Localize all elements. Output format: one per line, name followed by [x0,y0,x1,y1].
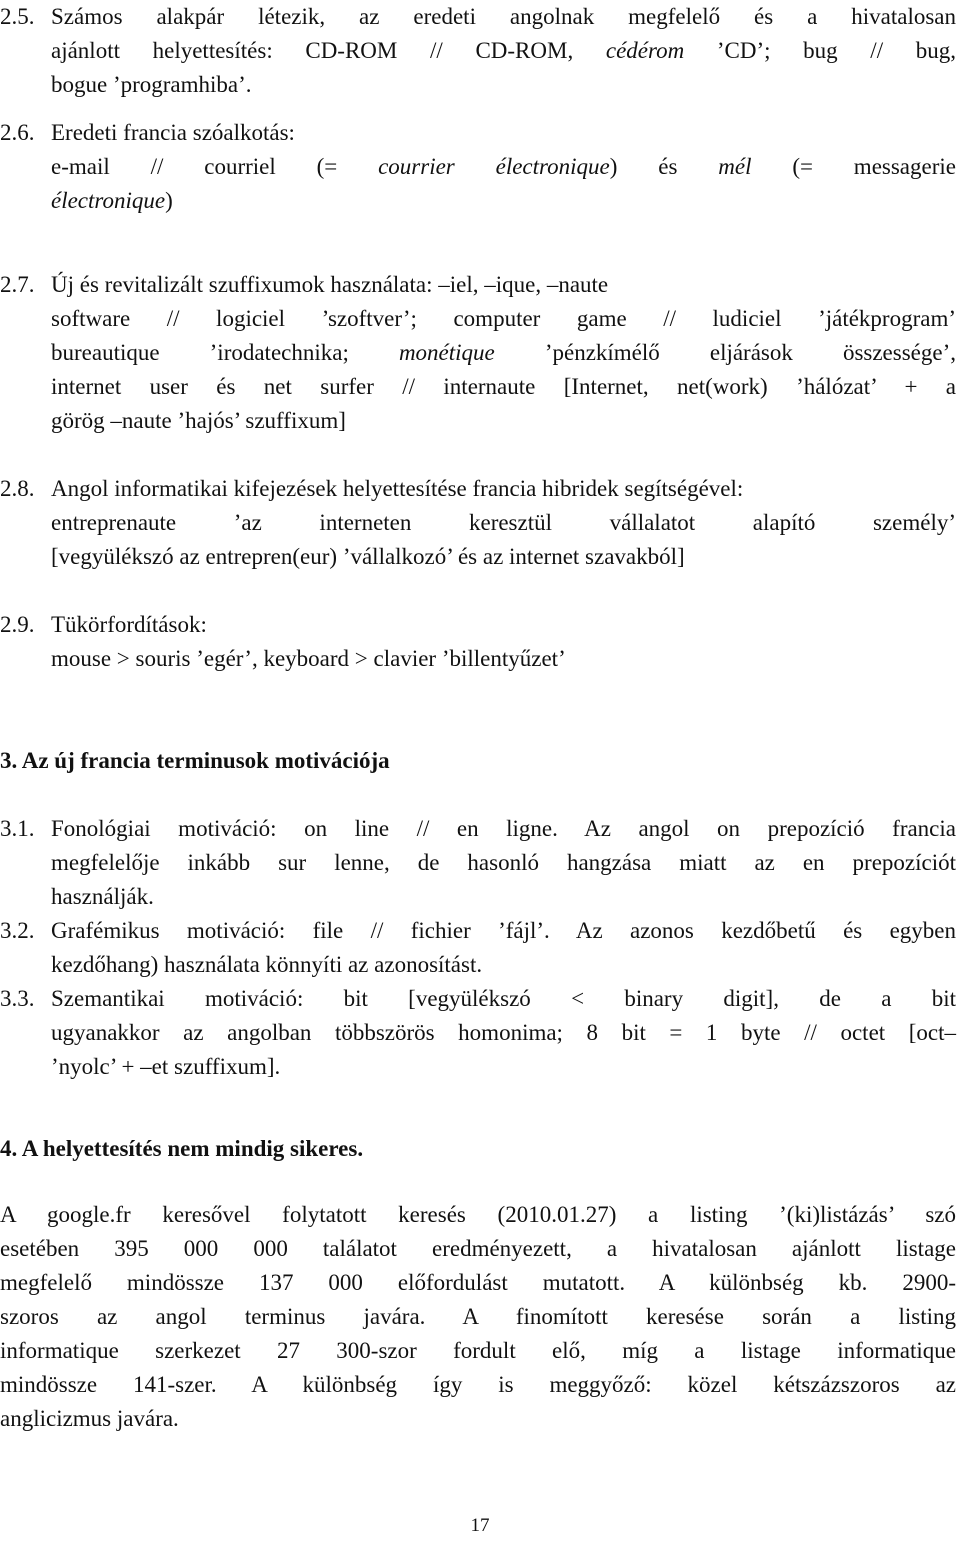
section-2-5-line-1: 2.5. Számos alakpár létezik, az eredeti a… [0,0,956,34]
section-number: 2.7. [0,272,35,297]
section-number: 2.6. [0,120,35,145]
section-3-3-line-2: ugyanakkor az angolban többszörös homoni… [51,1020,956,1045]
line-text: bureautique ’irodatechnika; [51,340,399,365]
italic-term: courrier électronique [378,154,610,179]
paragraph-line-3: megfelelő mindössze 137 000 előfordulást… [0,1270,956,1295]
section-2-5-line-3: bogue ’programhiba’. [51,72,252,97]
section-2-8-title: 2.8. Angol informatikai kifejezések helye… [0,472,743,506]
line-text: Angol informatikai kifejezések helyettes… [51,476,744,501]
paragraph-line-7: anglicizmus javára. [0,1406,179,1431]
line-text: Új és revitalizált szuffixumok használat… [51,272,609,297]
section-2-6-line-2: e-mail // courriel (= courrier électroni… [51,150,956,184]
section-3-1-line-1: 3.1. Fonológiai motiváció: on line // en … [0,812,956,846]
section-3-3-line-3: ’nyolc’ + –et szuffixum]. [51,1054,281,1079]
line-text: Számos alakpár létezik, az eredeti angol… [51,4,956,29]
section-3-1-line-3: használják. [51,884,154,909]
line-text: Grafémikus motiváció: file // fichier ’f… [51,918,956,943]
section-3-1-line-2: megfelelője inkább sur lenne, de hasonló… [51,850,956,875]
italic-term: cédérom [605,38,685,63]
section-2-8-line-3: [vegyülékszó az entrepren(eur) ’vállalko… [51,544,685,569]
paragraph-line-6: mindössze 141-szer. A különbség így is m… [0,1372,956,1397]
section-number: 3.2. [0,918,35,943]
section-2-8-line-2: entreprenaute ’az interneten keresztül v… [51,510,956,535]
heading-section-3: 3. Az új francia terminusok motivációja [0,748,390,773]
section-number: 3.1. [0,816,35,841]
paragraph-line-5: informatique szerkezet 27 300-szor fordu… [0,1338,956,1363]
section-3-3-line-1: 3.3. Szemantikai motiváció: bit [vegyülék… [0,982,956,1016]
line-text: ) és [609,154,719,179]
line-text: ’pénzkímélő eljárások összessége’, [494,340,956,365]
line-text: (= messagerie [751,154,956,179]
section-number: 2.8. [0,476,35,501]
section-2-7-line-3: bureautique ’irodatechnika; monétique ’p… [51,336,956,370]
line-text: ajánlott helyettesítés: CD-ROM // CD-ROM… [51,38,606,63]
heading-section-4: 4. A helyettesítés nem mindig sikeres. [0,1136,364,1161]
italic-term: mél [718,154,752,179]
section-2-7-title: 2.7. Új és revitalizált szuffixumok haszn… [0,268,608,302]
section-2-6-title: 2.6. Eredeti francia szóalkotás: [0,116,295,150]
section-number: 3.3. [0,986,35,1011]
section-2-6-line-3: électronique) [51,184,173,218]
italic-term: monétique [398,340,495,365]
line-text: ) [165,188,173,213]
section-2-9-line-2: mouse > souris ’egér’, keyboard > clavie… [51,646,566,671]
line-text: Tükörfordítások: [51,612,207,637]
section-3-2-line-1: 3.2. Grafémikus motiváció: file // fichie… [0,914,956,948]
page-number: 17 [470,1515,490,1536]
paragraph-line-4: szoros az angol terminus javára. A finom… [0,1304,956,1329]
line-text: Szemantikai motiváció: bit [vegyülékszó … [51,986,956,1011]
paragraph-line-2: esetében 395 000 000 találatot eredménye… [0,1236,956,1261]
section-number: 2.9. [0,612,35,637]
section-number: 2.5. [0,4,35,29]
line-text: e-mail // courriel (= [51,154,379,179]
line-text: ’CD’; bug // bug, [684,38,956,63]
paragraph-line-1: A google.fr keresővel folytatott keresés… [0,1202,956,1227]
section-2-7-line-5: görög –naute ’hajós’ szuffixum] [51,408,346,433]
section-3-2-line-2: kezdőhang) használata könnyíti az azonos… [51,952,483,977]
line-text: Eredeti francia szóalkotás: [51,120,295,145]
line-text: Fonológiai motiváció: on line // en lign… [51,816,956,841]
section-2-7-line-4: internet user és net surfer // internaut… [51,374,956,399]
section-2-9-title: 2.9. Tükörfordítások: [0,608,207,642]
section-2-7-line-2: software // logiciel ’szoftver’; compute… [51,306,956,331]
section-2-5-line-2: ajánlott helyettesítés: CD-ROM // CD-ROM… [51,34,956,68]
italic-term: électronique [51,188,166,213]
